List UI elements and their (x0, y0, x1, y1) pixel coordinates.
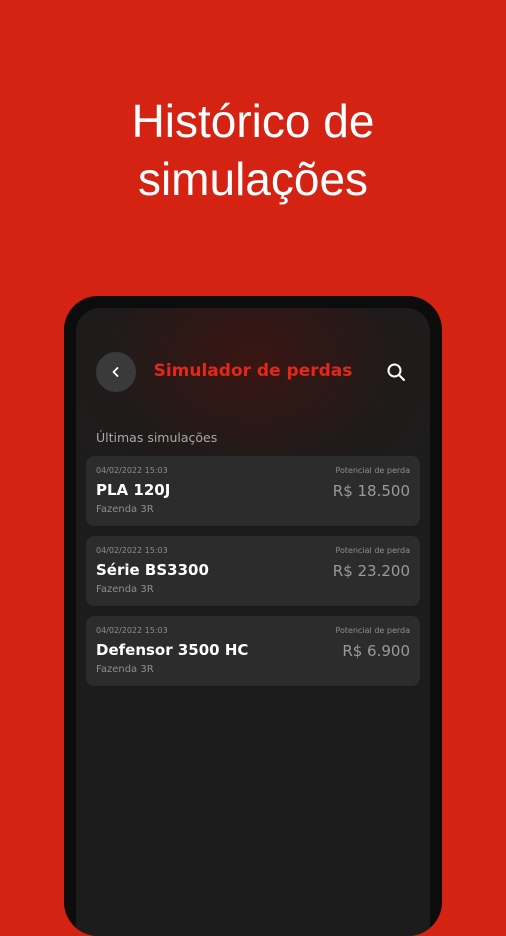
farm-name: Fazenda 3R (96, 584, 154, 595)
loss-value: R$ 18.500 (332, 482, 410, 500)
page-title: Simulador de perdas (153, 361, 353, 381)
farm-name: Fazenda 3R (96, 504, 154, 515)
section-label: Últimas simulações (96, 430, 218, 445)
loss-value: R$ 6.900 (342, 642, 410, 660)
simulation-card[interactable]: 04/02/2022 15:03 Potencial de perda PLA … (86, 456, 420, 526)
app-bar: Simulador de perdas (76, 352, 430, 392)
simulation-name: PLA 120J (96, 481, 171, 499)
simulation-name: Defensor 3500 HC (96, 641, 249, 659)
simulation-card[interactable]: 04/02/2022 15:03 Potencial de perda Defe… (86, 616, 420, 686)
simulation-card[interactable]: 04/02/2022 15:03 Potencial de perda Séri… (86, 536, 420, 606)
app-screen: Simulador de perdas Últimas simulações 0… (76, 308, 430, 936)
phone-mockup: Simulador de perdas Últimas simulações 0… (64, 296, 442, 936)
search-icon (387, 363, 405, 381)
loss-label: Potencial de perda (335, 626, 410, 635)
headline-line-1: Histórico de (131, 95, 375, 147)
loss-value: R$ 23.200 (332, 562, 410, 580)
loss-label: Potencial de perda (335, 546, 410, 555)
simulation-date: 04/02/2022 15:03 (96, 466, 168, 475)
headline-line-2: simulações (137, 153, 369, 205)
simulation-date: 04/02/2022 15:03 (96, 626, 168, 635)
simulation-list: 04/02/2022 15:03 Potencial de perda PLA … (86, 456, 420, 696)
simulation-name: Série BS3300 (96, 561, 209, 579)
farm-name: Fazenda 3R (96, 664, 154, 675)
loss-label: Potencial de perda (335, 466, 410, 475)
promo-headline: Histórico de simulações (0, 92, 506, 208)
simulation-date: 04/02/2022 15:03 (96, 546, 168, 555)
search-button[interactable] (384, 360, 408, 384)
